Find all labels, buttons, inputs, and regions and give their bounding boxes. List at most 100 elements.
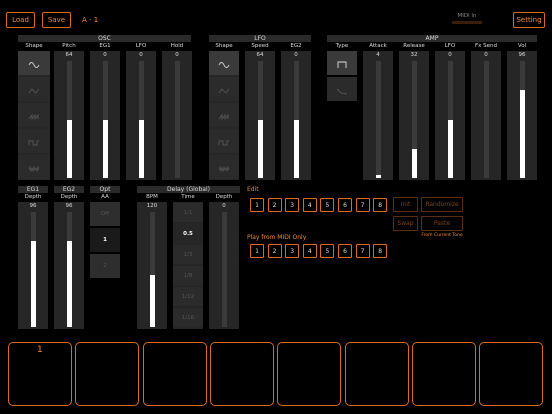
edit-slot-button-4[interactable]: 4	[302, 198, 317, 212]
pad-6[interactable]	[344, 342, 409, 406]
saw-wave-icon	[28, 106, 40, 125]
delay-bpm-slider-track[interactable]	[149, 212, 155, 327]
opt-title: Opt	[90, 186, 120, 193]
load-button[interactable]: Load	[6, 12, 35, 28]
osc-slider-track[interactable]	[174, 61, 180, 178]
noise-wave-icon	[28, 158, 40, 177]
amp-slider-track[interactable]	[447, 61, 453, 178]
delay-time-option-3[interactable]: 1/3	[173, 245, 203, 264]
amp-slider-track[interactable]	[483, 61, 489, 178]
lfo-slider-value: 0	[294, 52, 298, 58]
amp-type-option-2[interactable]	[327, 77, 357, 101]
edit-title: Edit	[247, 186, 259, 193]
play-midi-title: Play from MIDI Only	[247, 234, 307, 241]
edit-slot-button-3[interactable]: 3	[285, 198, 300, 212]
lfo-shape-option-2[interactable]	[209, 77, 239, 101]
amp-slider-label: Vol	[517, 43, 527, 49]
delay-bpm-slider-value: 120	[146, 203, 158, 209]
play-slot-button-6[interactable]: 6	[338, 244, 352, 258]
osc-shape-option-2[interactable]	[18, 77, 50, 101]
lfo-slider-track[interactable]	[293, 61, 299, 178]
pad-3[interactable]	[142, 342, 207, 406]
midi-in-meter	[452, 21, 482, 24]
swap-button[interactable]: Swap	[393, 216, 418, 231]
pad-4[interactable]	[209, 342, 274, 406]
delay-time-option-2[interactable]: 0.5	[173, 224, 203, 243]
play-slot-button-3[interactable]: 3	[285, 244, 300, 258]
pad-2[interactable]	[75, 342, 140, 406]
play-slot-button-2[interactable]: 2	[267, 244, 282, 258]
edit-slot-button-7[interactable]: 7	[355, 198, 370, 212]
play-slot-button-1[interactable]: 1	[250, 244, 264, 258]
amp-type-label: Type	[335, 43, 349, 49]
amp-slider-value: 0	[448, 52, 452, 58]
eg2-slider-track[interactable]	[66, 212, 72, 327]
triangle-wave-icon	[28, 80, 40, 99]
amp-slider-track[interactable]	[411, 61, 417, 178]
edit-slot-button-2[interactable]: 2	[267, 198, 282, 212]
delay-title: Delay (Global)	[137, 186, 240, 193]
osc-shape-option-3[interactable]	[18, 103, 50, 127]
amp-slider-track[interactable]	[519, 61, 525, 178]
opt-option-1[interactable]: Off	[90, 202, 120, 226]
setting-button[interactable]: Setting	[513, 12, 545, 28]
amp-type-option-1[interactable]	[327, 51, 357, 75]
amp-slider-track[interactable]	[375, 61, 381, 178]
lfo-shape-option-5[interactable]	[209, 155, 239, 179]
edit-slot-button-1[interactable]: 1	[250, 198, 264, 212]
play-slot-button-4[interactable]: 4	[302, 244, 317, 258]
pad-8[interactable]	[479, 342, 544, 406]
square-wave-icon	[28, 132, 40, 151]
triangle-wave-icon	[218, 80, 230, 99]
amp-slider-fill	[375, 174, 381, 178]
amp-slider-label: Release	[403, 43, 425, 49]
play-slot-button-5[interactable]: 5	[320, 244, 335, 258]
opt-option-3[interactable]: 2	[90, 254, 120, 278]
noise-wave-icon	[218, 158, 230, 177]
amp-slider-fill	[519, 90, 525, 178]
osc-slider-track[interactable]	[102, 61, 108, 178]
opt-option-2[interactable]: 1	[90, 228, 120, 252]
edit-slot-button-5[interactable]: 5	[320, 198, 335, 212]
lfo-shape-option-1[interactable]	[209, 51, 239, 75]
osc-slider-value: 0	[103, 52, 107, 58]
amp-slider-label: Fx Send	[474, 43, 498, 49]
play-slot-button-7[interactable]: 7	[355, 244, 370, 258]
amp-slider-label: LFO	[444, 43, 456, 49]
save-button[interactable]: Save	[42, 12, 71, 28]
play-slot-button-8[interactable]: 8	[373, 244, 388, 258]
osc-shape-option-1[interactable]	[18, 51, 50, 75]
gate-icon	[336, 54, 348, 73]
pad-1[interactable]: 1	[8, 342, 72, 406]
delay-time-option-4[interactable]: 1/8	[173, 266, 203, 285]
osc-shape-option-4[interactable]	[18, 129, 50, 153]
randomize-button[interactable]: Randomize	[421, 197, 463, 212]
delay-depth-slider-track[interactable]	[221, 212, 227, 327]
delay-time-option-6[interactable]: 1/16	[173, 308, 203, 327]
lfo-title: LFO	[209, 35, 311, 42]
lfo-shape-option-3[interactable]	[209, 103, 239, 127]
delay-time-option-5[interactable]: 1/12	[173, 287, 203, 306]
osc-slider-track[interactable]	[66, 61, 72, 178]
eg1-slider-fill	[30, 240, 36, 327]
osc-slider-track[interactable]	[138, 61, 144, 178]
osc-shape-option-5[interactable]	[18, 155, 50, 179]
delay-time-option-1[interactable]: 1/1	[173, 203, 203, 222]
eg1-slider-track[interactable]	[30, 212, 36, 327]
pad-5[interactable]	[277, 342, 342, 406]
init-button[interactable]: Init	[393, 197, 418, 212]
amp-slider-label: Attack	[369, 43, 387, 49]
edit-slot-button-6[interactable]: 6	[338, 198, 352, 212]
pad-7[interactable]	[411, 342, 476, 406]
paste-button[interactable]: Paste	[421, 216, 463, 231]
lfo-slider-track[interactable]	[257, 61, 263, 178]
amp-slider-fill	[411, 148, 417, 178]
midi-in-label: MIDI In	[457, 13, 477, 19]
edit-slot-button-8[interactable]: 8	[373, 198, 388, 212]
amp-slider-fill	[447, 119, 453, 178]
osc-slider-label: LFO	[135, 43, 147, 49]
osc-slider-value: 0	[175, 52, 179, 58]
lfo-shape-option-4[interactable]	[209, 129, 239, 153]
eg2-title: EG2	[54, 186, 84, 193]
amp-title: AMP	[327, 35, 537, 42]
